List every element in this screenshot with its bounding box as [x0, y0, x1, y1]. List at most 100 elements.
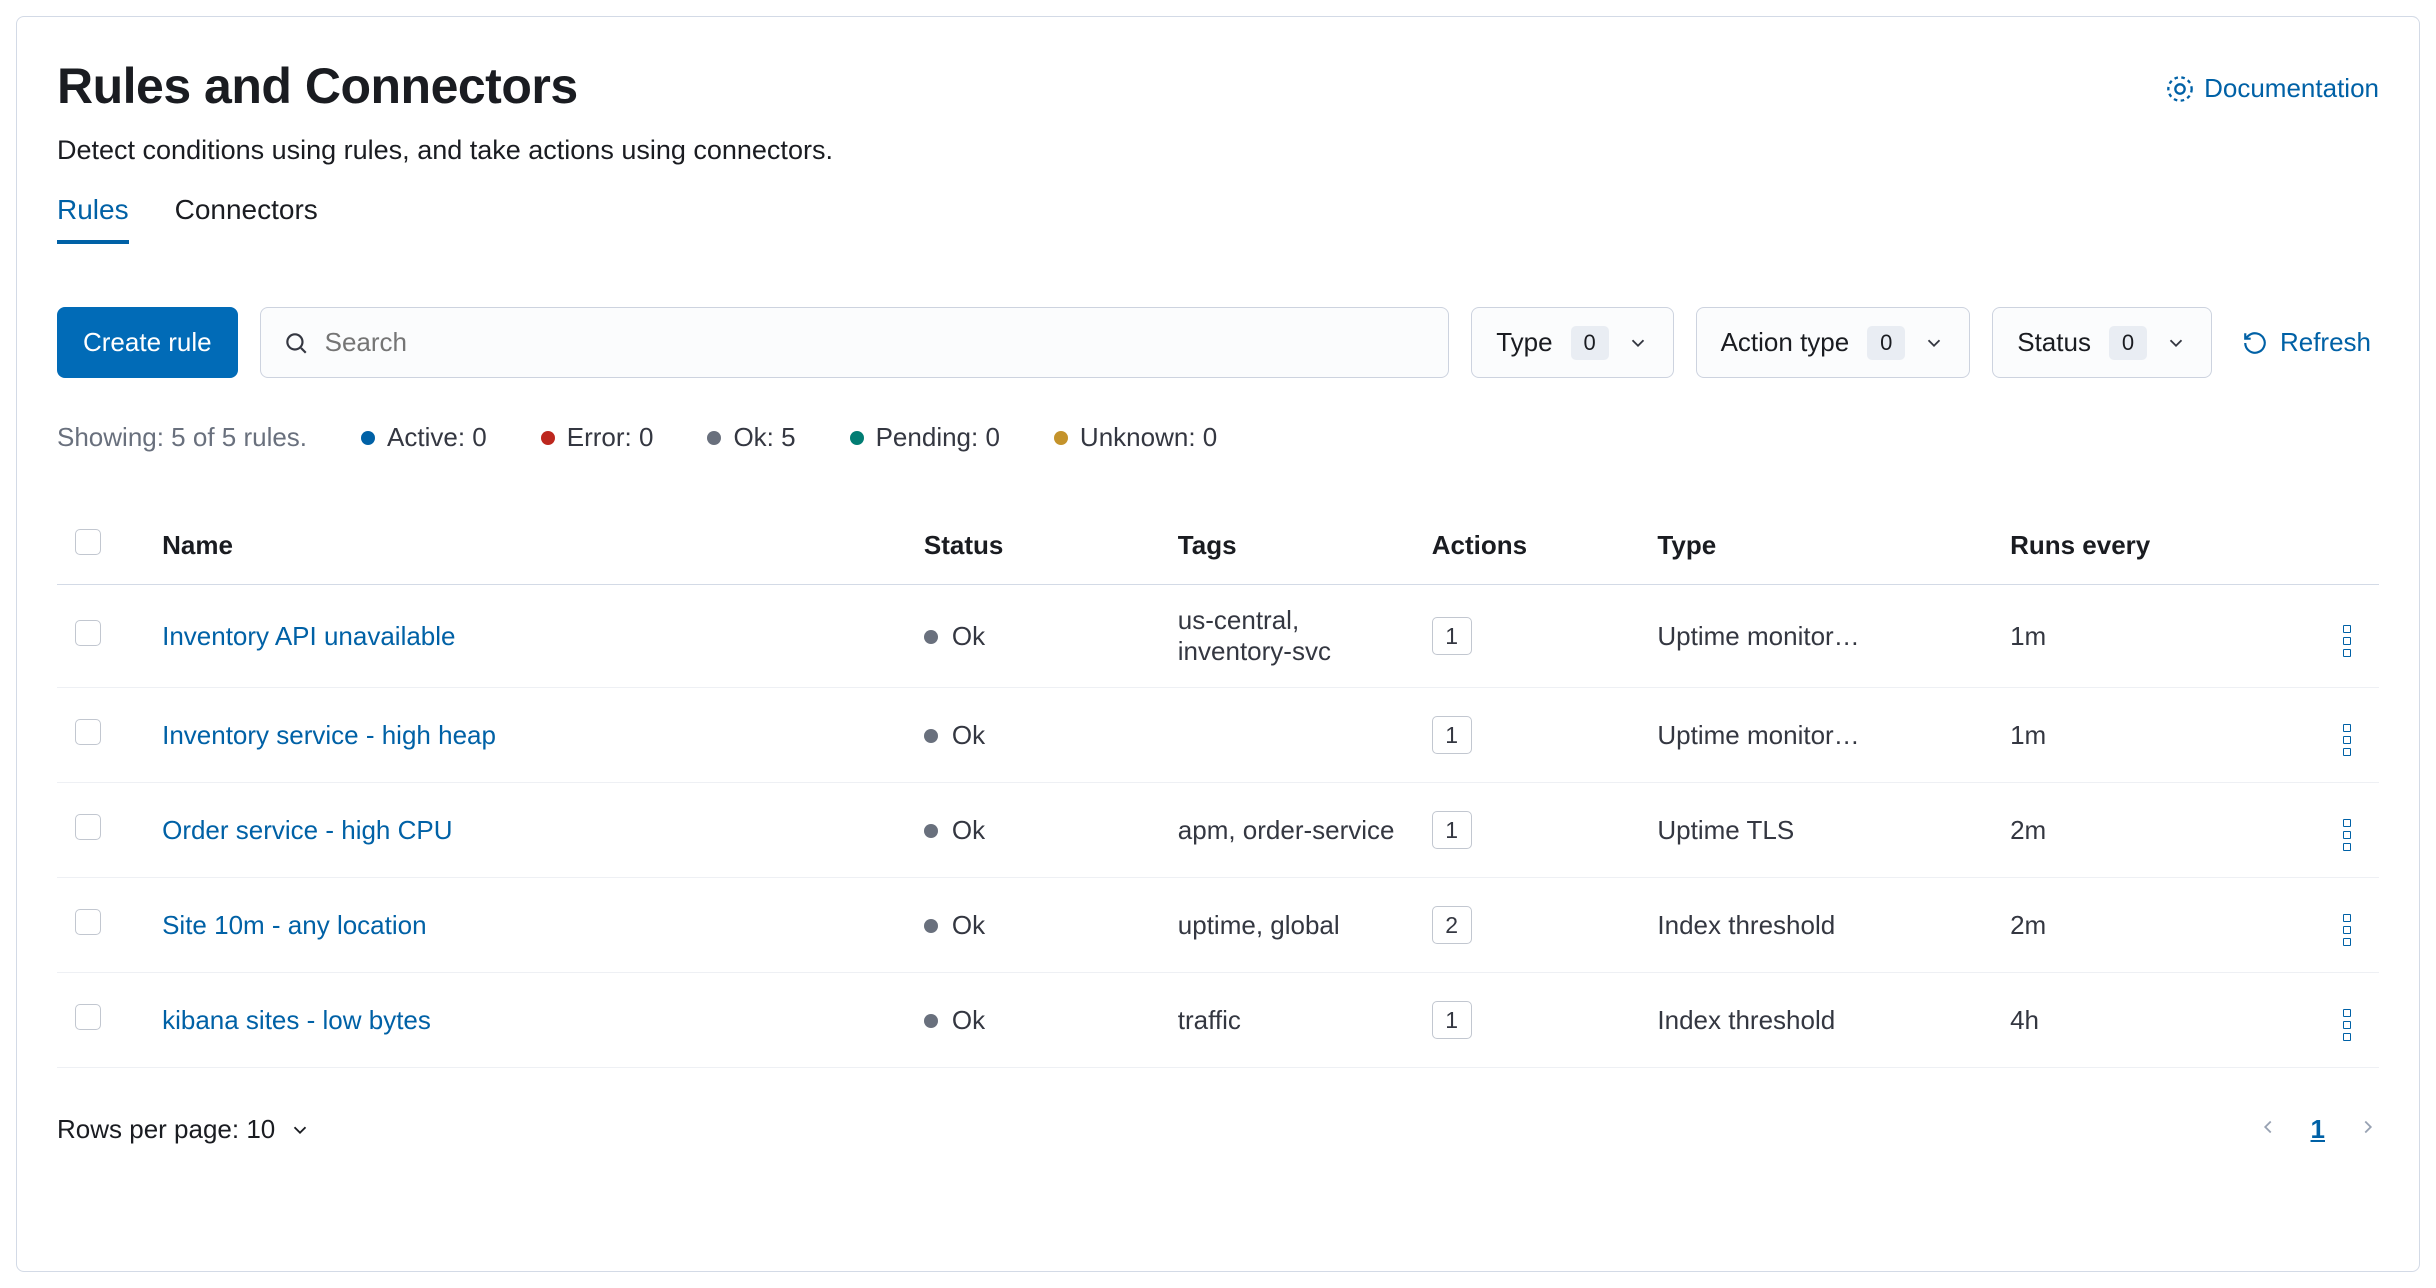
status-text: Ok [952, 1005, 985, 1036]
chevron-right-icon [2357, 1116, 2379, 1138]
status-active: Active: 0 [361, 422, 487, 453]
refresh-button[interactable]: Refresh [2234, 307, 2379, 378]
actions-count-badge: 1 [1432, 1001, 1472, 1039]
col-type: Type [1645, 513, 1998, 585]
rule-name-link[interactable]: Inventory API unavailable [162, 621, 455, 651]
create-rule-button[interactable]: Create rule [57, 307, 238, 378]
dot-icon [707, 431, 721, 445]
pagination: 1 [2257, 1114, 2379, 1145]
chevron-down-icon [1627, 332, 1649, 354]
rule-name-link[interactable]: Order service - high CPU [162, 815, 452, 845]
filter-type[interactable]: Type 0 [1471, 307, 1673, 378]
runs-every-cell: 2m [1998, 878, 2280, 973]
search-field-wrapper [260, 307, 1450, 378]
runs-every-cell: 2m [1998, 783, 2280, 878]
dot-icon [850, 431, 864, 445]
status-dot-icon [924, 824, 938, 838]
refresh-icon [2242, 330, 2268, 356]
tab-rules[interactable]: Rules [57, 194, 129, 244]
documentation-link[interactable]: Documentation [2166, 73, 2379, 104]
status-cell: Ok [924, 621, 985, 652]
page-subtitle: Detect conditions using rules, and take … [57, 135, 833, 166]
row-actions-menu[interactable] [2337, 908, 2357, 952]
status-ok: Ok: 5 [707, 422, 795, 453]
toolbar: Create rule Type 0 Action type 0 Status [57, 307, 2379, 378]
status-summary: Showing: 5 of 5 rules. Active: 0 Error: … [57, 422, 2379, 453]
page-tabs: Rules Connectors [57, 194, 833, 245]
filter-action-type-label: Action type [1721, 327, 1850, 358]
col-tags: Tags [1166, 513, 1420, 585]
rows-per-page-label: Rows per page: 10 [57, 1114, 275, 1145]
row-checkbox[interactable] [75, 814, 101, 840]
tab-connectors[interactable]: Connectors [175, 194, 318, 244]
table-row: kibana sites - low bytes Ok traffic 1 In… [57, 973, 2379, 1068]
table-row: Inventory service - high heap Ok 1 Uptim… [57, 688, 2379, 783]
row-checkbox[interactable] [75, 620, 101, 646]
showing-count: Showing: 5 of 5 rules. [57, 422, 307, 453]
runs-every-cell: 1m [1998, 688, 2280, 783]
rules-panel: Rules and Connectors Detect conditions u… [16, 16, 2420, 1272]
type-cell: Uptime TLS [1645, 783, 1998, 878]
rows-per-page-select[interactable]: Rows per page: 10 [57, 1114, 311, 1145]
tags-cell [1166, 688, 1420, 783]
type-cell: Uptime monitor… [1645, 585, 1998, 688]
actions-count-badge: 2 [1432, 906, 1472, 944]
actions-count-badge: 1 [1432, 811, 1472, 849]
rule-name-link[interactable]: Inventory service - high heap [162, 720, 496, 750]
col-runs: Runs every [1998, 513, 2280, 585]
row-actions-menu[interactable] [2337, 1003, 2357, 1047]
pager-next[interactable] [2357, 1114, 2379, 1145]
row-checkbox[interactable] [75, 909, 101, 935]
runs-every-cell: 1m [1998, 585, 2280, 688]
actions-count-badge: 1 [1432, 617, 1472, 655]
chevron-down-icon [2165, 332, 2187, 354]
tags-cell: us-central, inventory-svc [1166, 585, 1420, 688]
status-text: Ok [952, 720, 985, 751]
filter-status[interactable]: Status 0 [1992, 307, 2212, 378]
status-text: Ok [952, 621, 985, 652]
status-dot-icon [924, 1014, 938, 1028]
col-actions: Actions [1420, 513, 1646, 585]
tags-cell: apm, order-service [1166, 783, 1420, 878]
filter-status-count: 0 [2109, 326, 2147, 360]
chevron-down-icon [289, 1119, 311, 1141]
status-text: Ok [952, 910, 985, 941]
row-actions-menu[interactable] [2337, 619, 2357, 663]
filter-action-type[interactable]: Action type 0 [1696, 307, 1971, 378]
row-actions-menu[interactable] [2337, 813, 2357, 857]
dot-icon [541, 431, 555, 445]
chevron-down-icon [1923, 332, 1945, 354]
rule-name-link[interactable]: kibana sites - low bytes [162, 1005, 431, 1035]
filter-type-count: 0 [1571, 326, 1609, 360]
status-cell: Ok [924, 910, 985, 941]
status-dot-icon [924, 630, 938, 644]
status-cell: Ok [924, 720, 985, 751]
status-text: Ok [952, 815, 985, 846]
status-pending: Pending: 0 [850, 422, 1000, 453]
status-cell: Ok [924, 1005, 985, 1036]
actions-count-badge: 1 [1432, 716, 1472, 754]
pager-current[interactable]: 1 [2311, 1114, 2325, 1145]
type-cell: Uptime monitor… [1645, 688, 1998, 783]
page-title: Rules and Connectors [57, 57, 833, 115]
documentation-icon [2166, 75, 2194, 103]
tags-cell: uptime, global [1166, 878, 1420, 973]
pager-prev[interactable] [2257, 1114, 2279, 1145]
status-unknown: Unknown: 0 [1054, 422, 1217, 453]
row-actions-menu[interactable] [2337, 718, 2357, 762]
documentation-label: Documentation [2204, 73, 2379, 104]
status-error: Error: 0 [541, 422, 654, 453]
search-input[interactable] [309, 309, 1427, 376]
table-row: Order service - high CPU Ok apm, order-s… [57, 783, 2379, 878]
status-dot-icon [924, 919, 938, 933]
row-checkbox[interactable] [75, 719, 101, 745]
type-cell: Index threshold [1645, 973, 1998, 1068]
col-status: Status [912, 513, 1166, 585]
table-row: Inventory API unavailable Ok us-central,… [57, 585, 2379, 688]
runs-every-cell: 4h [1998, 973, 2280, 1068]
select-all-checkbox[interactable] [75, 529, 101, 555]
rule-name-link[interactable]: Site 10m - any location [162, 910, 426, 940]
table-row: Site 10m - any location Ok uptime, globa… [57, 878, 2379, 973]
filter-status-label: Status [2017, 327, 2091, 358]
row-checkbox[interactable] [75, 1004, 101, 1030]
